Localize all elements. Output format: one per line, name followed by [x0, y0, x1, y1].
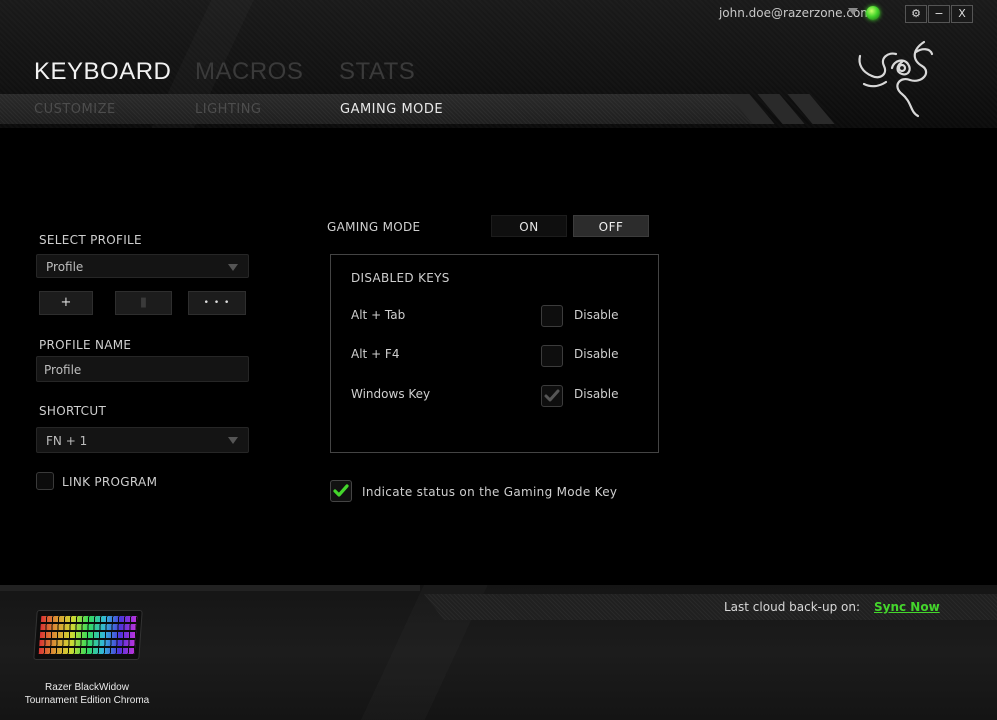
device-name: Razer BlackWidow Tournament Edition Chro… — [12, 681, 162, 707]
add-profile-button[interactable]: + — [39, 291, 93, 315]
checkmark-icon — [544, 389, 560, 402]
shortcut-dropdown[interactable]: FN + 1 — [36, 427, 249, 453]
chevron-down-icon[interactable] — [848, 8, 858, 15]
chevron-down-icon — [228, 264, 238, 271]
sync-now-link[interactable]: Sync Now — [874, 600, 940, 614]
alt-f4-disable-label: Disable — [574, 347, 619, 361]
subtab-lighting[interactable]: LIGHTING — [195, 102, 262, 117]
alt-tab-disable-checkbox[interactable] — [541, 305, 563, 327]
gaming-mode-off-button[interactable]: OFF — [573, 215, 649, 237]
disabled-keys-title: DISABLED KEYS — [351, 271, 450, 285]
key-alt-tab-label: Alt + Tab — [351, 308, 406, 322]
keyboard-device-image[interactable] — [33, 610, 143, 660]
indicate-status-checkbox[interactable] — [330, 480, 352, 502]
device-name-line1: Razer BlackWidow — [45, 682, 129, 693]
more-options-button[interactable]: • • • — [188, 291, 246, 315]
profile-dropdown-value: Profile — [46, 260, 84, 274]
tab-keyboard[interactable]: KEYBOARD — [34, 58, 171, 86]
trash-icon: ▮ — [139, 295, 148, 310]
link-program-label: LINK PROGRAM — [62, 475, 158, 489]
subtab-gaming-mode[interactable]: GAMING MODE — [340, 102, 443, 117]
online-status-icon[interactable] — [866, 6, 880, 20]
razer-logo-icon — [858, 40, 934, 118]
shortcut-dropdown-value: FN + 1 — [46, 434, 88, 448]
tab-macros[interactable]: MACROS — [195, 58, 303, 86]
settings-button[interactable]: ⚙ — [905, 5, 927, 23]
alt-tab-disable-label: Disable — [574, 308, 619, 322]
backup-label: Last cloud back-up on: — [724, 600, 860, 614]
windows-key-disable-checkbox[interactable] — [541, 385, 563, 407]
key-windows-label: Windows Key — [351, 387, 431, 401]
close-button[interactable]: X — [951, 5, 973, 23]
shortcut-label: SHORTCUT — [39, 404, 107, 418]
indicate-status-label: Indicate status on the Gaming Mode Key — [362, 485, 618, 499]
profile-name-label: PROFILE NAME — [39, 338, 132, 352]
keyboard-keys — [38, 616, 138, 654]
device-name-line2: Tournament Edition Chroma — [24, 695, 150, 706]
profile-name-input[interactable]: Profile — [36, 356, 249, 382]
link-program-checkbox[interactable] — [36, 472, 54, 490]
checkmark-icon — [333, 484, 349, 497]
windows-key-disable-label: Disable — [574, 387, 619, 401]
alt-f4-disable-checkbox[interactable] — [541, 345, 563, 367]
select-profile-label: SELECT PROFILE — [39, 233, 142, 247]
key-alt-f4-label: Alt + F4 — [351, 347, 400, 361]
subtab-customize[interactable]: CUSTOMIZE — [34, 102, 116, 117]
minimize-button[interactable]: − — [928, 5, 950, 23]
gaming-mode-label: GAMING MODE — [327, 220, 421, 234]
delete-profile-button[interactable]: ▮ — [115, 291, 172, 315]
gaming-mode-on-button[interactable]: ON — [491, 215, 567, 237]
tab-stats[interactable]: STATS — [339, 58, 415, 86]
profile-dropdown[interactable]: Profile — [36, 254, 249, 278]
chevron-down-icon — [228, 437, 238, 444]
